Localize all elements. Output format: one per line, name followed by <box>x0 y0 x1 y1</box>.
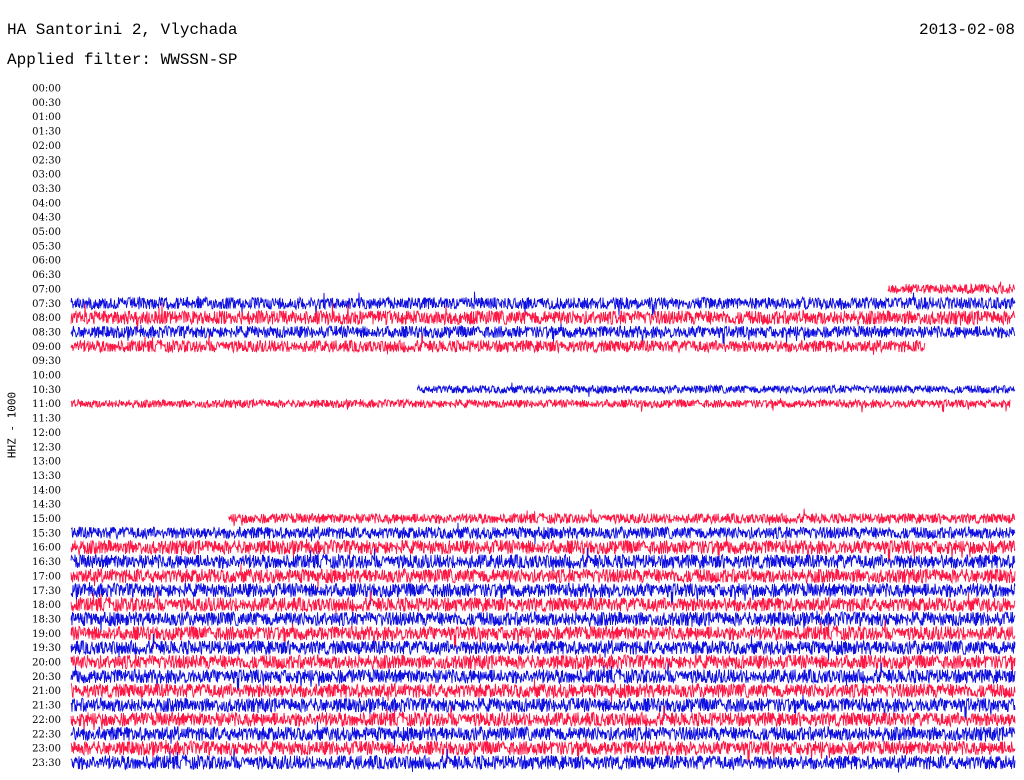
time-tick-label: 22:00 <box>32 715 61 726</box>
time-tick-label: 01:00 <box>32 112 61 123</box>
helicorder-plot: 00:00 00:30 01:00 01:30 02:00 02:30 03:00 03:30… <box>32 84 1016 773</box>
trace-1630 <box>70 547 1016 572</box>
trace-1100 <box>70 398 1011 413</box>
time-tick-label: 06:30 <box>32 270 61 281</box>
time-tick-label: 15:00 <box>32 514 61 525</box>
time-tick-label: 16:00 <box>32 543 61 554</box>
trace-0800 <box>70 302 1016 332</box>
time-tick-label: 18:30 <box>32 614 61 625</box>
trace-0730 <box>70 291 1016 317</box>
time-tick-label: 03:30 <box>32 184 61 195</box>
time-tick-label: 14:00 <box>32 485 61 496</box>
time-tick-label: 04:00 <box>32 198 61 209</box>
time-tick-label: 12:30 <box>32 442 61 453</box>
time-tick-label: 20:30 <box>32 672 61 683</box>
time-tick-label: 09:30 <box>32 356 61 367</box>
time-tick-label: 00:30 <box>32 98 61 109</box>
time-tick-label: 11:30 <box>32 414 61 425</box>
time-tick-label: 19:00 <box>32 629 61 640</box>
trace-2330 <box>70 748 1016 773</box>
time-tick-label: 03:00 <box>32 170 61 181</box>
trace-0830 <box>70 323 1016 346</box>
time-tick-label: 14:30 <box>32 500 61 511</box>
time-tick-label: 04:30 <box>32 213 61 224</box>
time-tick-label: 23:00 <box>32 744 61 755</box>
time-tick-label: 07:00 <box>32 284 61 295</box>
time-tick-label: 17:00 <box>32 571 61 582</box>
time-tick-label: 05:00 <box>32 227 61 238</box>
time-tick-label: 09:00 <box>32 342 61 353</box>
time-tick-label: 12:00 <box>32 428 61 439</box>
trace-1030 <box>416 382 1016 397</box>
time-tick-label: 05:30 <box>32 241 61 252</box>
time-tick-label: 19:30 <box>32 643 61 654</box>
trace-0700 <box>887 281 1016 295</box>
time-tick-label: 18:00 <box>32 600 61 611</box>
time-tick-label: 10:00 <box>32 371 61 382</box>
trace-1800 <box>70 590 1016 615</box>
time-tick-label: 13:30 <box>32 471 61 482</box>
trace-1830 <box>70 610 1016 633</box>
time-tick-label: 07:30 <box>32 299 61 310</box>
time-tick-label: 16:30 <box>32 557 61 568</box>
time-tick-label: 21:00 <box>32 686 61 697</box>
time-tick-label: 21:30 <box>32 701 61 712</box>
time-tick-label: 01:30 <box>32 127 61 138</box>
time-tick-label: 11:00 <box>32 399 61 410</box>
time-tick-label: 08:30 <box>32 327 61 338</box>
seismic-traces <box>70 281 1016 773</box>
time-tick-label: 10:30 <box>32 385 61 396</box>
time-tick-label: 20:00 <box>32 658 61 669</box>
time-tick-labels: 00:00 00:30 01:00 01:30 02:00 02:30 03:00 03:30… <box>32 84 61 769</box>
time-tick-label: 06:00 <box>32 256 61 267</box>
time-tick-label: 00:00 <box>32 84 61 95</box>
time-tick-label: 13:00 <box>32 457 61 468</box>
time-tick-label: 17:30 <box>32 586 61 597</box>
time-tick-label: 22:30 <box>32 729 61 740</box>
trace-1500 <box>228 508 1016 527</box>
time-tick-label: 15:30 <box>32 528 61 539</box>
time-tick-label: 08:00 <box>32 313 61 324</box>
time-tick-label: 02:00 <box>32 141 61 152</box>
time-tick-label: 02:30 <box>32 155 61 166</box>
time-tick-label: 23:30 <box>32 758 61 769</box>
